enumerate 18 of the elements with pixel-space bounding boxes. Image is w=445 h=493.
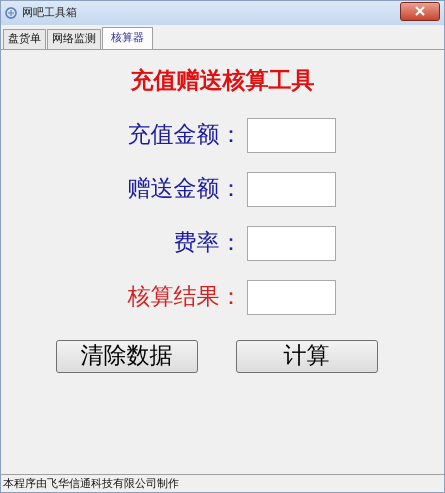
app-icon [5, 6, 17, 20]
close-button[interactable] [400, 2, 440, 20]
input-field[interactable] [246, 226, 336, 261]
action-button[interactable]: 清除数据 [56, 340, 198, 373]
input-field[interactable] [246, 118, 336, 153]
field-label: 核算结果： [126, 283, 244, 312]
tab[interactable]: 盘货单 [3, 29, 46, 48]
window-title: 网吧工具箱 [22, 4, 77, 21]
input-field[interactable] [246, 172, 336, 207]
close-icon [415, 6, 425, 16]
field-label: 费率： [172, 229, 244, 258]
heading: 充值赠送核算工具 [130, 66, 314, 96]
field-label: 赠送金额： [126, 175, 244, 204]
action-button[interactable]: 计算 [236, 340, 378, 373]
input-field[interactable] [246, 280, 336, 315]
tab[interactable]: 核算器 [102, 27, 153, 48]
field-label: 充值金额： [126, 121, 244, 150]
tab[interactable]: 网络监测 [47, 29, 101, 48]
